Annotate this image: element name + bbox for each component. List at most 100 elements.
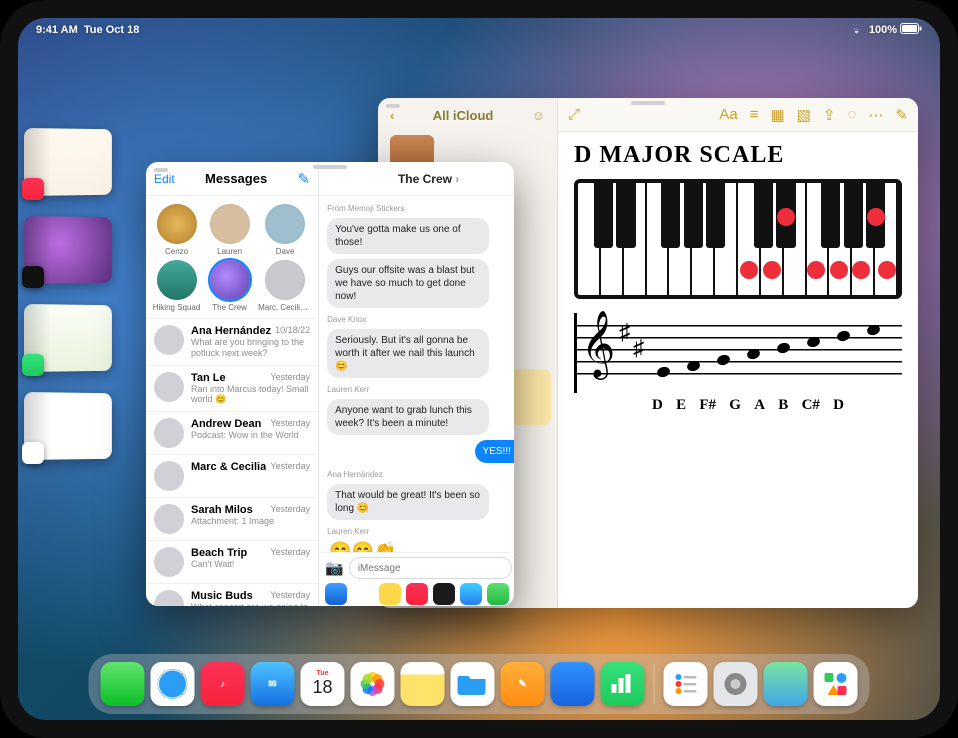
dock-keynote-icon[interactable] <box>551 662 595 706</box>
music-icon <box>22 178 44 200</box>
sender-label: From Memoji Stickers <box>327 204 514 213</box>
notes-toolbar: ⤢ Aa ≡ ▦ ▧ ⇪ ◌ ⋯ ✎ <box>558 98 918 132</box>
sender-label: Ana Hernández <box>327 470 514 479</box>
pinned-item[interactable]: Lauren <box>205 204 254 256</box>
memoji-app-icon[interactable] <box>379 583 401 605</box>
dock-separator <box>654 664 655 704</box>
notes-folder-title: All iCloud <box>433 108 494 123</box>
tapback-reactions: 😄😊👏 <box>327 541 396 552</box>
window-handle-icon[interactable] <box>313 165 347 169</box>
thread-title[interactable]: The Crew › <box>398 172 459 186</box>
expand-icon[interactable]: ⤢ <box>568 106 580 123</box>
app-store-icon[interactable] <box>325 583 347 605</box>
received-bubble[interactable]: You've gotta make us one of those! <box>327 218 488 254</box>
dock-numbers-icon[interactable] <box>601 662 645 706</box>
thread-body[interactable]: From Memoji Stickers You've gotta make us… <box>319 196 514 552</box>
messages-title: Messages <box>205 171 267 186</box>
received-bubble[interactable]: That would be great! It's been so long 😊 <box>327 484 488 520</box>
status-time: 9:41 AM <box>36 24 78 36</box>
conversation-item[interactable]: Sarah MilosYesterdayAttachment: 1 Image <box>146 497 318 540</box>
note-title: D MAJOR SCALE <box>574 142 902 169</box>
digital-touch-icon[interactable] <box>433 583 455 605</box>
camera-icon[interactable]: 📷 <box>325 559 344 577</box>
status-bar: 9:41 AM Tue Oct 18 100% <box>18 18 940 40</box>
messages-window[interactable]: Edit Messages ✎ Cenzo Lauren Dave Hiking… <box>146 162 514 606</box>
window-multitask-icon[interactable] <box>154 168 168 172</box>
table-icon[interactable]: ▦ <box>771 106 785 124</box>
scale-note-labels: DE F#G AB C#D <box>574 397 902 414</box>
notes-body[interactable]: D MAJOR SCALE <box>558 132 918 608</box>
notes-filter-icon[interactable]: ☺ <box>532 108 545 123</box>
share-icon[interactable]: ⇪ <box>823 106 836 124</box>
window-handle-icon[interactable] <box>631 101 665 105</box>
hashtag-app-icon[interactable] <box>460 583 482 605</box>
dock-calendar-icon[interactable]: Tue 18 <box>301 662 345 706</box>
sender-label: Lauren Kerr <box>327 527 514 536</box>
conversation-item[interactable]: Marc & CeciliaYesterday <box>146 454 318 497</box>
pinned-item[interactable]: Marc, Cecilia &… <box>258 260 312 312</box>
chevron-right-icon: › <box>455 172 459 186</box>
text-style-button[interactable]: Aa <box>719 106 737 123</box>
pinned-item[interactable]: Cenzo <box>152 204 201 256</box>
battery-icon <box>900 23 922 37</box>
dock-safari-icon[interactable] <box>151 662 195 706</box>
camera-icon[interactable]: ▧ <box>797 106 811 124</box>
messages-sidebar: Edit Messages ✎ Cenzo Lauren Dave Hiking… <box>146 162 319 606</box>
stage-app-safari[interactable] <box>24 392 124 460</box>
compose-icon[interactable]: ✎ <box>895 106 908 124</box>
dock: ♪ ✉︎ Tue 18 ✎ <box>89 654 870 714</box>
compose-icon[interactable]: ✎ <box>298 170 311 188</box>
checklist-icon[interactable]: ≡ <box>750 106 759 123</box>
stage-app-tv[interactable] <box>24 216 124 284</box>
pinned-item[interactable]: Hiking Squad <box>152 260 201 312</box>
numbers-icon <box>22 354 44 376</box>
dock-maps-icon[interactable] <box>764 662 808 706</box>
sender-label: Dave Knox <box>327 315 514 324</box>
dock-photos-icon[interactable] <box>351 662 395 706</box>
dock-mail-icon[interactable]: ✉︎ <box>251 662 295 706</box>
dock-notes-icon[interactable] <box>401 662 445 706</box>
message-input[interactable] <box>349 557 513 579</box>
lock-icon[interactable]: ◌ <box>848 106 857 123</box>
conversation-item[interactable]: Beach TripYesterdayCan't Wait! <box>146 540 318 583</box>
dock-pages-icon[interactable]: ✎ <box>501 662 545 706</box>
dock-reminders-icon[interactable] <box>664 662 708 706</box>
received-bubble[interactable]: Seriously. But it's all gonna be worth i… <box>327 329 488 378</box>
pinned-conversations: Cenzo Lauren Dave Hiking Squad The Crew … <box>146 196 318 318</box>
window-multitask-icon[interactable] <box>386 104 400 108</box>
tv-icon <box>22 266 44 288</box>
stage-manager-strip <box>24 128 124 460</box>
piano-diagram <box>574 179 902 299</box>
stage-app-numbers[interactable] <box>24 304 124 372</box>
music-app-icon[interactable] <box>406 583 428 605</box>
conversation-item[interactable]: Tan LeYesterdayRan into Marcus today! Sm… <box>146 365 318 412</box>
sender-label: Lauren Kerr <box>327 385 514 394</box>
treble-clef-icon: 𝄞 <box>581 315 615 373</box>
music-staff: 𝄞 ♯ ♯ <box>574 313 902 393</box>
thread-input-area: 📷 🎤 <box>319 552 514 606</box>
stage-app-music[interactable] <box>24 128 124 196</box>
pinned-item[interactable]: Dave <box>258 204 312 256</box>
safari-icon <box>22 442 44 464</box>
conversation-item[interactable]: Ana Hernández10/18/22What are you bringi… <box>146 318 318 365</box>
messages-thread: The Crew › From Memoji Stickers You've go… <box>319 162 514 606</box>
dock-music-icon[interactable]: ♪ <box>201 662 245 706</box>
edit-button[interactable]: Edit <box>154 172 175 186</box>
received-bubble[interactable]: Anyone want to grab lunch this week? It'… <box>327 399 488 435</box>
pinned-item-selected[interactable]: The Crew <box>205 260 254 312</box>
dock-freeform-icon[interactable] <box>814 662 858 706</box>
dock-settings-icon[interactable] <box>714 662 758 706</box>
dock-files-icon[interactable] <box>451 662 495 706</box>
fitness-app-icon[interactable] <box>487 583 509 605</box>
wifi-icon <box>849 23 864 37</box>
photos-app-icon[interactable] <box>352 583 374 605</box>
dock-messages-icon[interactable] <box>101 662 145 706</box>
conversation-list: Ana Hernández10/18/22What are you bringi… <box>146 318 318 606</box>
sent-bubble[interactable]: YES!!! 🚀 <box>475 440 514 463</box>
conversation-item[interactable]: Andrew DeanYesterdayPodcast: Wow in the … <box>146 411 318 454</box>
notes-back-icon[interactable]: ‹ <box>390 108 394 123</box>
received-bubble[interactable]: Guys our offsite was a blast but we have… <box>327 259 488 308</box>
conversation-item[interactable]: Music BudsYesterdayWhat concert are we g… <box>146 583 318 606</box>
more-icon[interactable]: ⋯ <box>868 106 883 124</box>
status-date: Tue Oct 18 <box>84 24 139 36</box>
